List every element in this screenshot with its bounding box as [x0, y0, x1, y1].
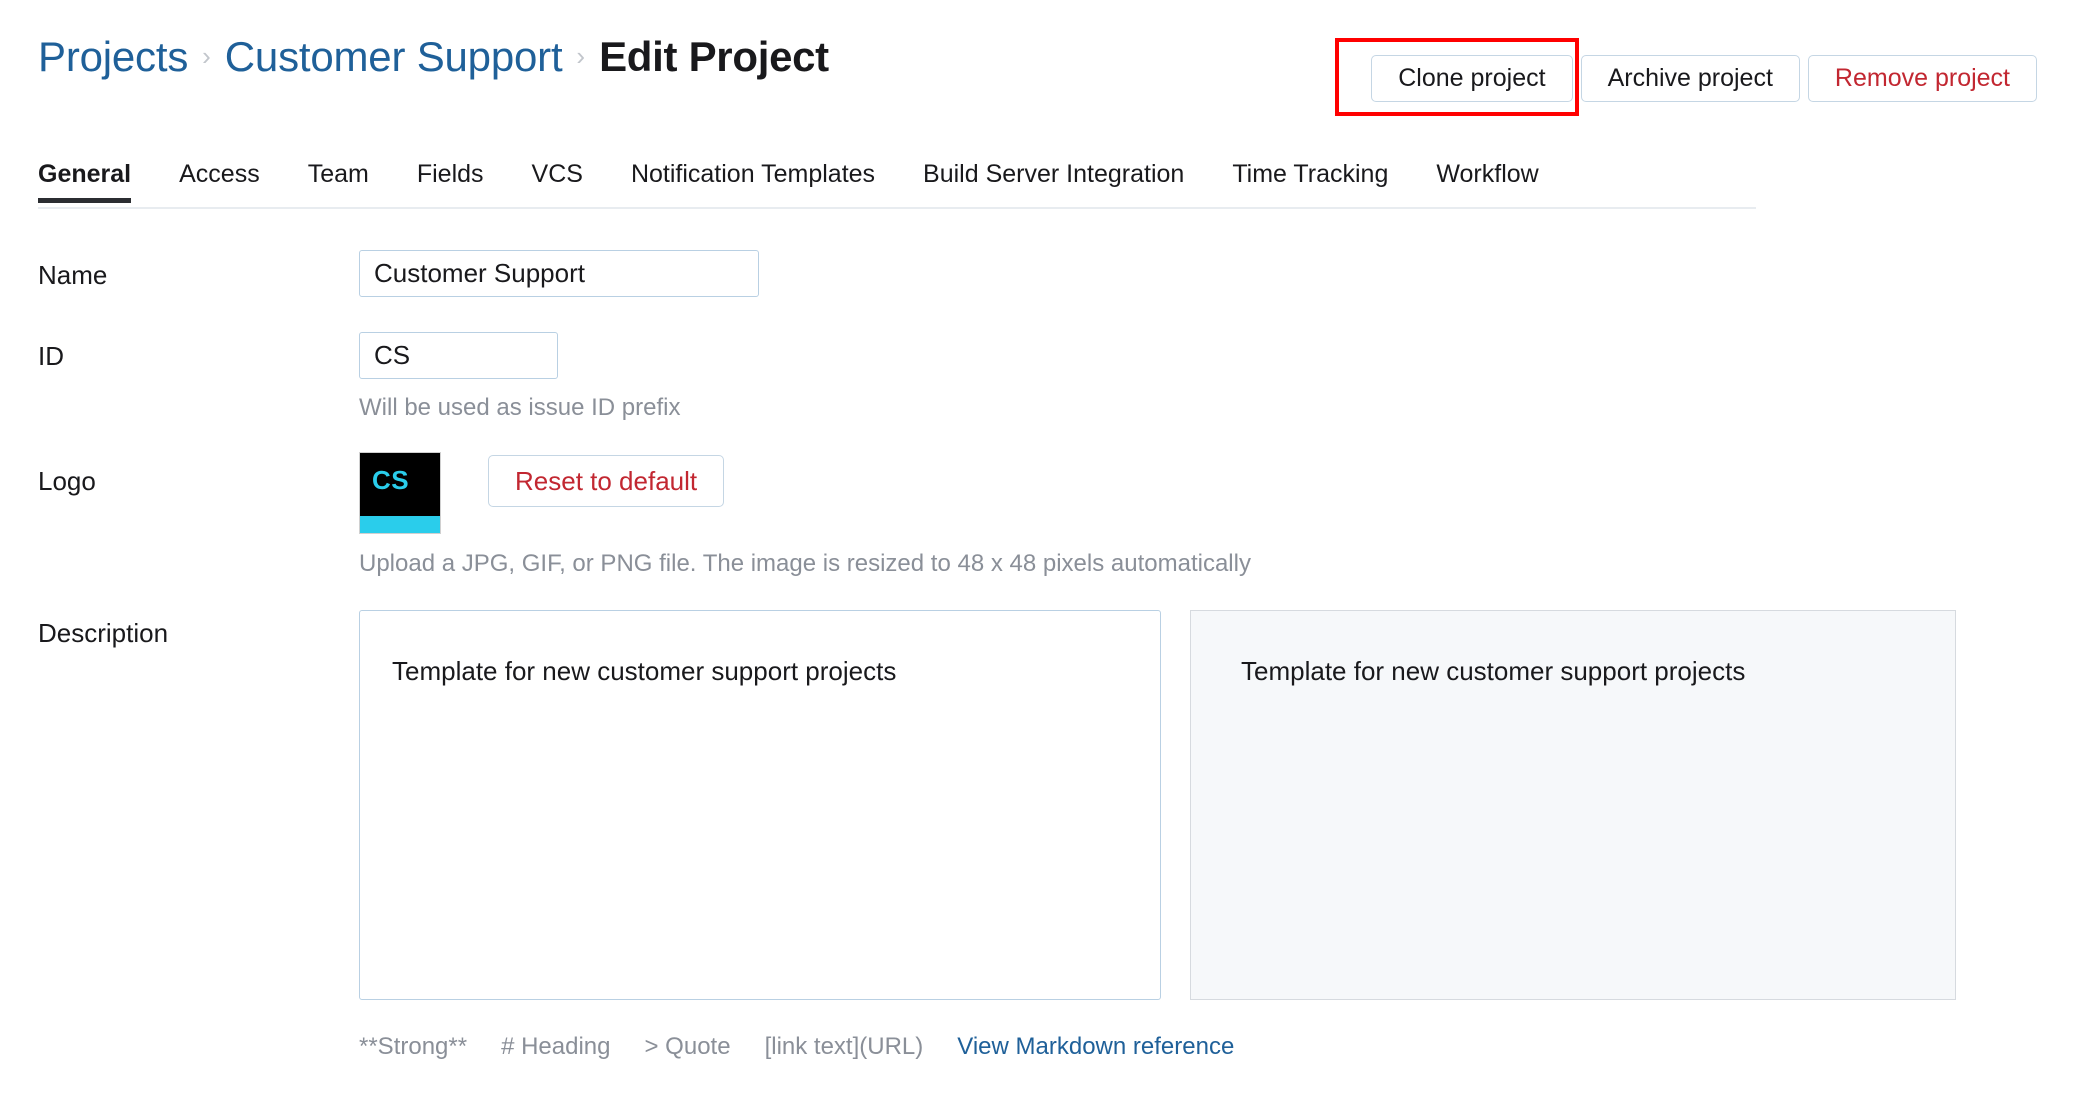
tab-time-tracking[interactable]: Time Tracking	[1208, 160, 1412, 203]
page-header: Projects › Customer Support › Edit Proje…	[0, 0, 2082, 120]
settings-tab-bar: General Access Team Fields VCS Notificat…	[0, 160, 2082, 210]
markdown-hint-quote: > Quote	[644, 1033, 731, 1060]
logo-hint: Upload a JPG, GIF, or PNG file. The imag…	[359, 550, 1251, 577]
breadcrumb-separator-icon: ›	[202, 40, 211, 71]
project-logo-thumbnail[interactable]: CS	[359, 452, 441, 534]
description-textarea[interactable]	[359, 610, 1161, 1000]
name-input[interactable]	[359, 250, 759, 297]
tab-team[interactable]: Team	[284, 160, 393, 203]
description-label: Description	[38, 618, 169, 648]
tab-vcs[interactable]: VCS	[508, 160, 607, 203]
breadcrumb-separator-icon: ›	[576, 40, 586, 71]
clone-project-button[interactable]: Clone project	[1371, 55, 1573, 102]
tab-fields[interactable]: Fields	[393, 160, 508, 203]
markdown-hint-row: **Strong** # Heading > Quote [link text]…	[359, 1035, 1234, 1059]
breadcrumb: Projects › Customer Support › Edit Proje…	[38, 36, 829, 78]
description-preview-panel: Template for new customer support projec…	[1190, 610, 1956, 1000]
logo-accent-bar	[360, 516, 440, 533]
archive-project-button[interactable]: Archive project	[1580, 55, 1800, 102]
markdown-hint-strong: **Strong**	[359, 1033, 468, 1060]
description-preview-text: Template for new customer support projec…	[1241, 656, 1746, 686]
markdown-reference-link[interactable]: View Markdown reference	[957, 1035, 1234, 1059]
remove-project-button[interactable]: Remove project	[1807, 55, 2037, 102]
name-label: Name	[38, 260, 108, 290]
breadcrumb-item-customer-support[interactable]: Customer Support	[225, 36, 563, 78]
header-actions: Clone project Archive project Remove pro…	[1371, 55, 2037, 102]
id-input[interactable]	[359, 332, 558, 379]
reset-logo-button[interactable]: Reset to default	[488, 455, 725, 507]
id-hint: Will be used as issue ID prefix	[359, 394, 681, 421]
tab-build-server-integration[interactable]: Build Server Integration	[899, 160, 1208, 203]
tab-access[interactable]: Access	[155, 160, 284, 203]
logo-initials: CS	[372, 465, 410, 495]
breadcrumb-item-projects[interactable]: Projects	[38, 36, 188, 78]
tab-general[interactable]: General	[38, 160, 155, 203]
tab-notification-templates[interactable]: Notification Templates	[607, 160, 899, 203]
markdown-hint-link: [link text](URL)	[764, 1033, 924, 1060]
markdown-hint-heading: # Heading	[501, 1033, 611, 1060]
tab-workflow[interactable]: Workflow	[1412, 160, 1562, 203]
logo-label: Logo	[38, 466, 96, 496]
tab-bar-divider	[38, 207, 1756, 209]
page-title: Edit Project	[599, 33, 829, 80]
id-label: ID	[38, 341, 64, 371]
